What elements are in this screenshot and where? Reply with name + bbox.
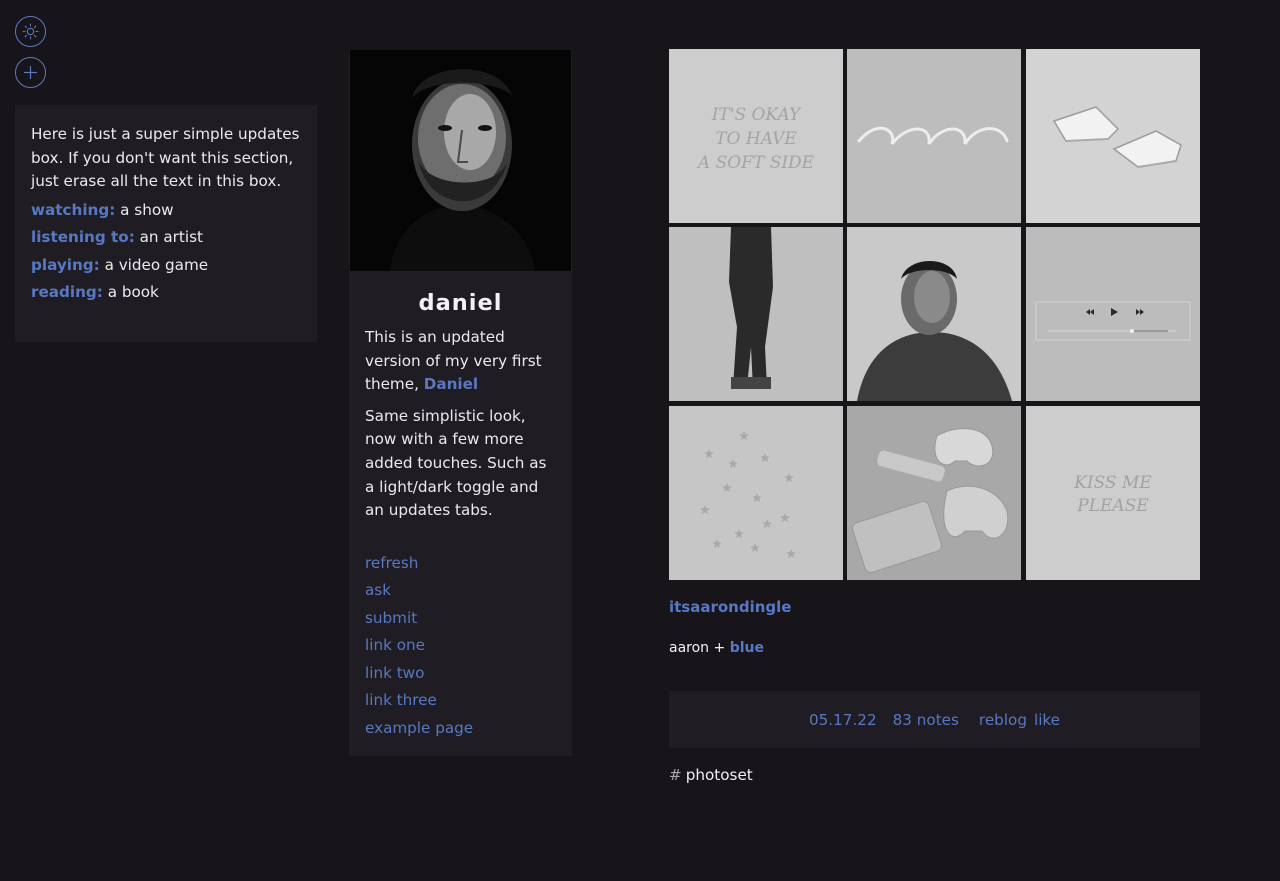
- star-shape: [722, 483, 732, 492]
- link-refresh[interactable]: refresh: [365, 550, 556, 578]
- updates-toggle-button[interactable]: [15, 57, 46, 88]
- link-submit[interactable]: submit: [365, 605, 556, 633]
- reblog-button[interactable]: reblog: [979, 711, 1027, 729]
- star-shape: [739, 431, 749, 440]
- photoset: IT'S OKAY TO HAVE A SOFT SIDE KISS ME PL…: [669, 49, 1201, 581]
- post-date[interactable]: 05.17.22: [809, 711, 877, 729]
- photo-stars[interactable]: [669, 406, 843, 580]
- photo-soft-side[interactable]: IT'S OKAY TO HAVE A SOFT SIDE: [669, 49, 843, 223]
- photo-game-controllers[interactable]: [847, 406, 1021, 580]
- game-controllers-graphic: [851, 428, 1009, 574]
- star-shape: [712, 539, 722, 548]
- updates-item-value: a show: [120, 200, 174, 219]
- post-notes[interactable]: 83 notes: [893, 711, 959, 729]
- updates-item-label: watching:: [31, 200, 116, 219]
- photo-waves[interactable]: [847, 49, 1021, 223]
- updates-item-reading: reading: a book: [31, 279, 303, 307]
- star-shape: [784, 473, 794, 482]
- description-link[interactable]: Daniel: [424, 375, 478, 393]
- star-shape: [750, 543, 760, 552]
- avatar: [350, 50, 571, 271]
- like-button[interactable]: like: [1034, 711, 1060, 729]
- post-caption: aaron + blue: [669, 640, 764, 656]
- updates-item-label: listening to:: [31, 228, 135, 247]
- link-three[interactable]: link three: [365, 687, 556, 715]
- man-standing-graphic: [729, 227, 773, 389]
- music-player-graphic: [1035, 301, 1191, 341]
- photo-man-standing[interactable]: [669, 227, 843, 401]
- updates-item-watching: watching: a show: [31, 197, 303, 225]
- description-paragraph: Same simplistic look, now with a few mor…: [365, 406, 547, 520]
- photo-sneakers[interactable]: [1026, 49, 1200, 223]
- star-shape: [786, 549, 796, 558]
- photo-text-line: KISS ME: [1074, 473, 1152, 493]
- star-shape: [780, 513, 790, 522]
- blog-name: daniel: [418, 290, 503, 316]
- star-shape: [700, 505, 710, 514]
- stars-graphic: [700, 431, 796, 558]
- photo-text-line: TO HAVE: [715, 129, 797, 149]
- link-example-page[interactable]: example page: [365, 715, 556, 743]
- photo-text-line: PLEASE: [1077, 496, 1149, 516]
- sidebar: daniel This is an updated version of my …: [349, 50, 572, 756]
- updates-item-playing: playing: a video game: [31, 252, 303, 280]
- caption-link[interactable]: blue: [730, 640, 764, 656]
- description-paragraph: This is an updated version of my very fi…: [365, 326, 556, 397]
- photo-kiss-me[interactable]: KISS ME PLEASE: [1026, 406, 1200, 580]
- sneakers-graphic: [1052, 106, 1182, 168]
- link-one[interactable]: link one: [365, 632, 556, 660]
- updates-item-value: a book: [107, 283, 159, 302]
- post-username-link[interactable]: itsaarondingle: [669, 598, 791, 616]
- updates-intro: Here is just a super simple updates box.…: [31, 125, 300, 190]
- sun-icon: [22, 23, 39, 40]
- sidebar-links: refresh ask submit link one link two lin…: [349, 531, 572, 743]
- post-tags: # photoset: [669, 766, 753, 784]
- man-portrait-graphic: [857, 261, 1012, 401]
- post-meta-bar: 05.17.22 83 notes reblog like: [669, 691, 1200, 748]
- star-shape: [734, 529, 744, 538]
- photo-text-line: A SOFT SIDE: [697, 153, 815, 173]
- caption-text: aaron +: [669, 640, 726, 656]
- star-shape: [704, 449, 714, 458]
- star-shape: [760, 453, 770, 462]
- photo-text-line: IT'S OKAY: [711, 105, 801, 125]
- photo-music-player[interactable]: [1026, 227, 1200, 401]
- updates-item-label: reading:: [31, 283, 103, 302]
- updates-item-listening: listening to: an artist: [31, 224, 303, 252]
- updates-item-value: an artist: [139, 228, 203, 247]
- plus-icon: [24, 66, 37, 79]
- updates-box: Here is just a super simple updates box.…: [15, 105, 317, 342]
- blog-description: This is an updated version of my very fi…: [349, 326, 572, 523]
- theme-toggle-button[interactable]: [15, 16, 46, 47]
- photo-man-portrait[interactable]: [847, 227, 1021, 401]
- link-ask[interactable]: ask: [365, 577, 556, 605]
- waves-graphic: [857, 126, 1009, 145]
- star-shape: [752, 493, 762, 502]
- hash-icon: #: [669, 766, 682, 784]
- star-shape: [728, 459, 738, 468]
- updates-item-value: a video game: [104, 255, 209, 274]
- tag-photoset[interactable]: photoset: [686, 766, 753, 784]
- star-shape: [762, 519, 772, 528]
- updates-item-label: playing:: [31, 255, 100, 274]
- link-two[interactable]: link two: [365, 660, 556, 688]
